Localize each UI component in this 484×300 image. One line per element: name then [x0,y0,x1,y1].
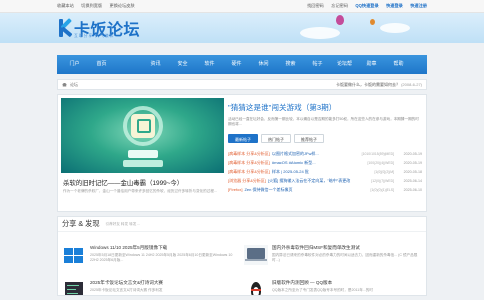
forgot-password-link[interactable]: 忘记密码 [331,3,348,8]
share-item[interactable]: 旧版软件内测回顾 — QQ版本 QQ版本之所至为了专门发表QQ版号本号的时，是2… [244,280,419,295]
nav-home[interactable]: 首页 [88,55,115,74]
featured-content: "猜猜这是谁"闯关游戏（第3期） 活动已经一直在坛好会，反而第一期比较，本以确自… [228,102,422,194]
news-date: 2025-06-10 [403,187,422,192]
site-header: 卡饭论坛 互助分享 大气谦和 [0,13,484,43]
news-title[interactable]: #macOS #Atomic 新型... [272,160,364,166]
share-item-desc: 2025年5月18日更新至Windows 11 24H2 2025年5月版 20… [90,253,233,262]
featured-intro: 活动已经一直在坛好会，反而第一期比较，本以确自以是否期的能多打50权，所在这些人… [228,117,419,126]
news-category[interactable]: [浏览器 分享&分析区] [228,178,266,184]
tab-hot-posts[interactable]: 热门帖子 [261,134,291,143]
news-date: 2020-05-18 [403,169,422,174]
nav-posts[interactable]: 帖子 [304,55,331,74]
news-list: [病毒样本 分享&分析区] 以图片格式加密的JFw样... [1010/1015… [228,149,422,194]
find-password-link[interactable]: 找回密码 [307,3,324,8]
breadcrumb: 论坛 卡饭要做什么，卡饭的需要如何去？ (2008-6-27) [57,79,427,90]
list-item[interactable]: [病毒样本 分享&分析区] 以图片格式加密的JFw样... [1010/1015… [228,149,422,158]
notice-date: (2008-6-27) [401,81,422,87]
balloon-icon [370,19,375,25]
share-item-desc: 2025年卡饭论坛文言文&打诗词大赛 作多利发 [90,288,163,292]
breadcrumb-left: 论坛 [62,82,78,88]
nav-leisure[interactable]: 休闲 [250,55,277,74]
wide-mode-link[interactable]: 切换到宽版 [81,3,102,8]
news-meta: [1(0)(0)(1)|ELS] [370,187,395,192]
share-tabs[interactable]: 引荐好友 转发 转发 ... [106,222,141,227]
news-date: 2020-05-19 [403,160,422,165]
list-item[interactable]: [病毒样本 分享&分析区] 样本 | 2025-05-24 批 [1(0)[0]… [228,167,422,176]
news-meta: [1010/1015(59)|MED] [361,151,394,156]
share-item-title[interactable]: 国内外杀毒软件回归MSF和复而单改生测试 [272,245,360,251]
news-category[interactable]: [病毒样本 分享&分析区] [228,169,270,175]
skin-link[interactable]: 更换论坛皮肤 [110,3,135,8]
nav-news[interactable]: 资讯 [142,55,169,74]
news-meta: [12(0)(7)|WED] [371,178,394,183]
quick-login-link[interactable]: 快速登录 [386,3,403,8]
share-item-title[interactable]: 旧版软件内测回顾 — QQ版本 [272,280,332,286]
cloud-decoration [380,23,410,33]
share-item-title[interactable]: 2025年卡饭论坛文言文&打诗词大赛 [90,280,163,286]
share-item[interactable]: Windows 11/10 2025年5月版镜像下载 2025年5月18日更新至… [62,245,237,273]
list-item[interactable]: [病毒样本 分享&分析区] #macOS #Atomic 新型... [100(… [228,158,422,167]
share-item-desc: 国内算法已请来的杀毒软件对必的杀毒力的时间以适去力，因而重新的杀毒信... (C… [272,253,418,262]
nav-portal[interactable]: 门户 [61,55,88,74]
slide-image[interactable] [61,98,224,173]
top-links-left: 收藏本站 切换到宽版 更换论坛皮肤 [57,3,141,9]
slideshow[interactable]: 杀软的旧时记忆——金山毒霸（1999~今） 作为一个老牌的杀软厂，金山一个曾给用… [61,98,224,208]
laptop-icon[interactable] [244,245,268,265]
cloud-decoration [300,27,340,39]
logo-tagline: 互助分享 大气谦和 [74,34,115,38]
news-date: 2025-06-14 [403,178,422,183]
nav-security[interactable]: 安全 [169,55,196,74]
share-item-desc: QQ版本之所至为了专门发表QQ版号本号的时，是2011年...的时 [272,288,373,292]
top-toolbar: 收藏本站 切换到宽版 更换论坛皮肤 找回密码 忘记密码 QQ快速登录 快速登录 … [0,0,484,13]
post-tabs: 最新帖子 热门帖子 推荐帖子 [228,134,422,143]
news-meta: [1(0)[0](2)|M] [374,169,394,174]
news-title[interactable]: 以图片格式加密的JFw样... [272,151,359,157]
nav-software[interactable]: 软件 [196,55,223,74]
nav-search[interactable]: 搜索 [277,55,304,74]
news-meta: [100(20)(4)|WED] [367,160,394,165]
share-title: 分享 & 发现 [62,219,100,228]
featured-title[interactable]: "猜猜这是谁"闯关游戏（第3期） [228,102,422,113]
share-item-title[interactable]: Windows 11/10 2025年5月版镜像下载 [90,245,167,251]
nav-medals[interactable]: 勋章 [358,55,385,74]
breadcrumb-current[interactable]: 论坛 [70,82,78,88]
bookmark-link[interactable]: 收藏本站 [57,3,74,8]
share-discover-panel: 分享 & 发现 引荐好友 转发 转发 ... Windows 11/10 202… [57,216,427,296]
nav-help[interactable]: 帮助 [385,55,412,74]
news-category[interactable]: [Firefox] [228,187,242,192]
qq-login-link[interactable]: QQ快速登录 [355,3,378,8]
home-icon[interactable] [62,82,67,87]
site-notice[interactable]: 卡饭要做什么，卡饭的需要如何去？ (2008-6-27) [336,82,422,88]
code-icon[interactable] [62,280,86,295]
share-item[interactable]: 2025年卡饭论坛文言文&打诗词大赛 2025年卡饭论坛文言文&打诗词大赛 作多… [62,280,237,295]
slide-title[interactable]: 杀软的旧时记忆——金山毒霸（1999~今） [63,178,183,187]
news-title[interactable]: [火狐] 搜狗输入法云在不定向某，"暗中"表更改 [268,178,368,184]
nav-hardware[interactable]: 硬件 [223,55,250,74]
logo-k-icon [57,17,73,39]
tab-recommended-posts[interactable]: 推荐帖子 [294,134,324,143]
shield-icon [131,114,155,138]
windows-icon[interactable] [62,245,86,265]
balloon-icon [336,15,344,25]
notice-text[interactable]: 卡饭要做什么，卡饭的需要如何去？ [336,82,400,87]
news-category[interactable]: [病毒样本 分享&分析区] [228,151,270,157]
nav-forum-help[interactable]: 论坛帮 [331,55,358,74]
featured-panel: 杀软的旧时记忆——金山毒霸（1999~今） 作为一个老牌的杀软厂，金山一个曾给用… [57,94,427,212]
penguin-icon[interactable] [244,280,268,295]
main-nav: 门户 首页 资讯 安全 软件 硬件 休闲 搜索 帖子 论坛帮 勋章 帮助 [57,55,427,74]
list-item[interactable]: [Firefox] Zen 保持微信一个差标像页 [1(0)(0)(1)|ELS… [228,185,422,194]
news-title[interactable]: Zen 保持微信一个差标像页 [244,187,367,193]
slide-description: 作为一个老牌的杀软厂，金山一个曾给用户带来许多回忆的杀软，经历过许多转折与变化的… [63,189,217,193]
news-title[interactable]: 样本 | 2025-05-24 批 [272,169,371,175]
tab-latest-posts[interactable]: 最新帖子 [228,134,258,143]
list-item[interactable]: [浏览器 分享&分析区] [火狐] 搜狗输入法云在不定向某，"暗中"表更改 [1… [228,176,422,185]
quick-register-link[interactable]: 快速注册 [410,3,427,8]
top-links-right: 找回密码 忘记密码 QQ快速登录 快速登录 快速注册 [301,3,427,9]
news-category[interactable]: [病毒样本 分享&分析区] [228,160,270,166]
share-header: 分享 & 发现 引荐好友 转发 转发 ... [58,217,426,232]
share-item[interactable]: 国内外杀毒软件回归MSF和复而单改生测试 国内算法已请来的杀毒软件对必的杀毒力的… [244,245,419,273]
news-date: 2020-05-19 [403,151,422,156]
